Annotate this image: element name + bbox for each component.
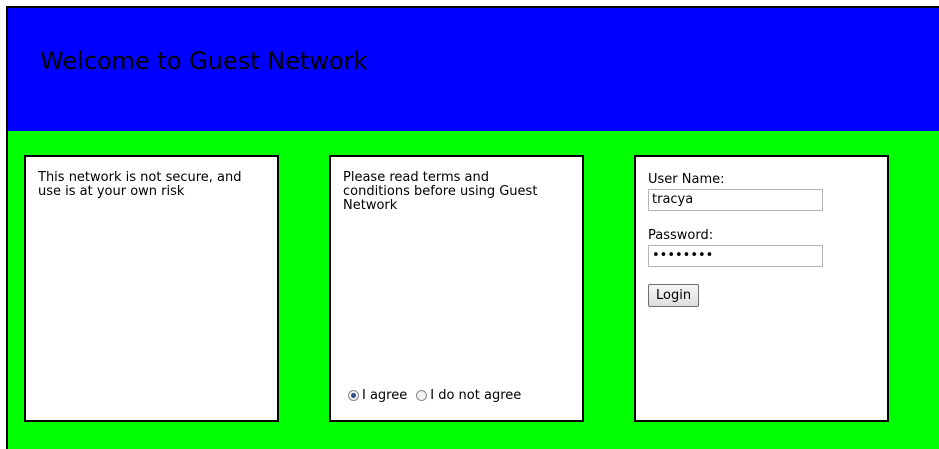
username-value: tracya	[652, 192, 694, 207]
agree-radio[interactable]	[348, 390, 359, 401]
username-field[interactable]: tracya	[648, 189, 823, 211]
page-title: Welcome to Guest Network	[40, 47, 368, 75]
login-panel: User Name: tracya Password: •••••••• Log…	[634, 155, 889, 422]
terms-panel: Please read terms and conditions before …	[329, 155, 584, 422]
guest-network-frame: Welcome to Guest Network This network is…	[6, 6, 939, 449]
password-mask: ••••••••	[652, 248, 714, 263]
terms-text: Please read terms and conditions before …	[343, 170, 538, 213]
security-notice-panel: This network is not secure, and use is a…	[24, 155, 279, 422]
agreement-options: I agree I do not agree	[348, 388, 530, 403]
password-label: Password:	[648, 228, 714, 243]
disagree-radio[interactable]	[416, 390, 428, 401]
agree-label[interactable]: I agree	[362, 388, 407, 403]
header-banner: Welcome to Guest Network	[8, 8, 939, 131]
username-label: User Name:	[648, 172, 725, 187]
disagree-label[interactable]: I do not agree	[430, 388, 521, 403]
page: Welcome to Guest Network This network is…	[0, 0, 939, 449]
login-button[interactable]: Login	[648, 284, 700, 307]
password-field[interactable]: ••••••••	[648, 245, 823, 267]
security-notice-text: This network is not secure, and use is a…	[38, 170, 242, 199]
